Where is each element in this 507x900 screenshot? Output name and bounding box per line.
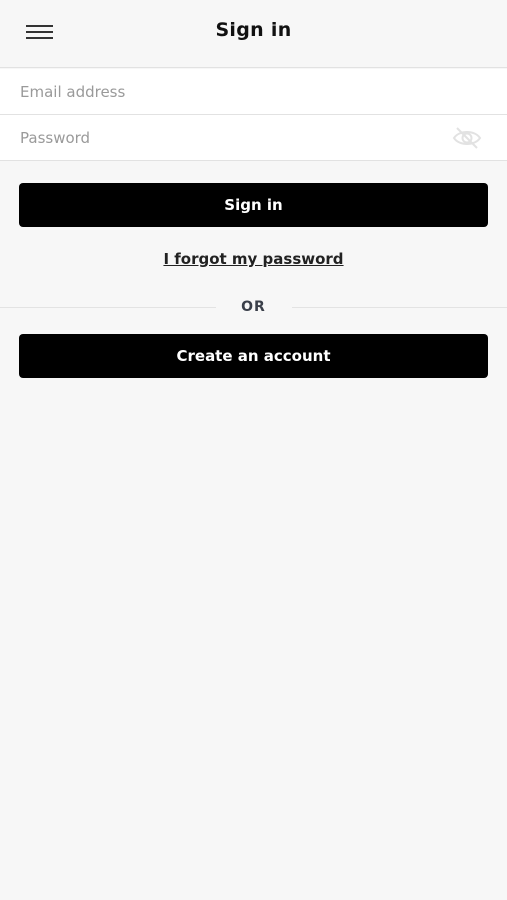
email-field[interactable] <box>20 69 440 114</box>
header: Sign in <box>0 0 507 68</box>
email-field-container <box>0 69 507 115</box>
eye-hidden-icon[interactable] <box>451 125 483 151</box>
or-divider: OR <box>0 297 507 319</box>
page-title: Sign in <box>215 19 292 41</box>
create-account-button[interactable]: Create an account <box>19 334 488 378</box>
sign-in-button[interactable]: Sign in <box>19 183 488 227</box>
password-field-container <box>0 115 507 161</box>
divider-line <box>292 307 507 308</box>
password-field[interactable] <box>20 115 440 160</box>
forgot-password-link[interactable]: I forgot my password <box>0 250 507 268</box>
